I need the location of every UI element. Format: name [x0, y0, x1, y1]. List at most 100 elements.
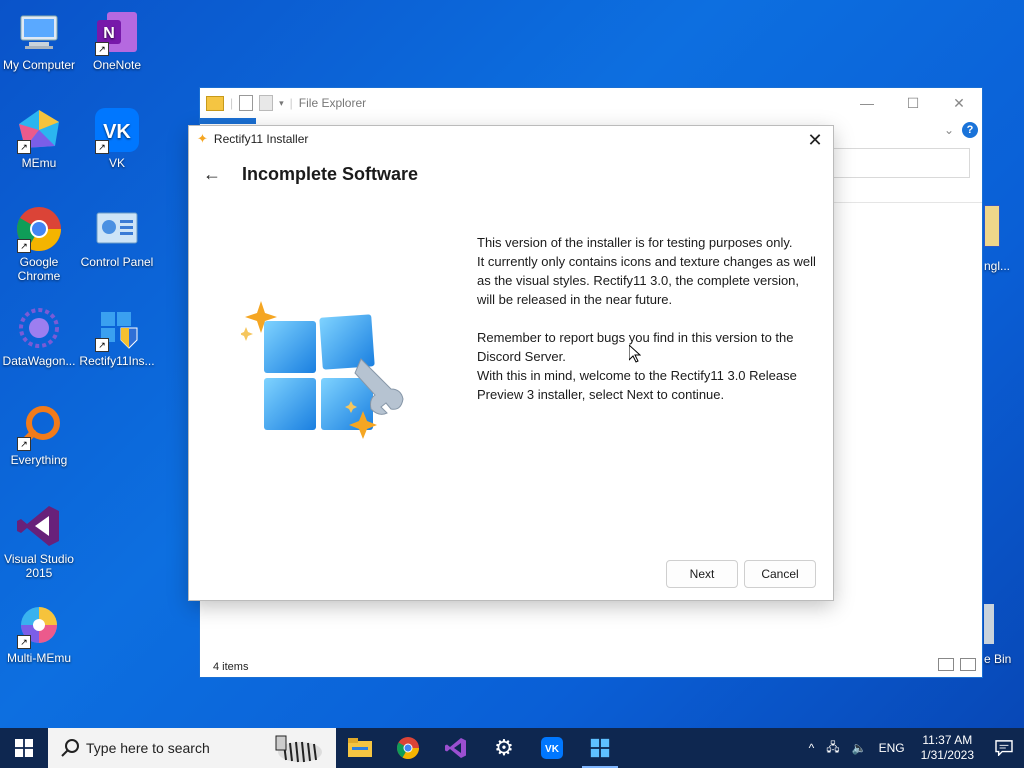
status-item-count: 4 items: [213, 661, 249, 673]
datawagon-icon: [15, 304, 63, 352]
customize-dropdown-icon[interactable]: ▾: [279, 98, 284, 109]
clock-time: 11:37 AM: [922, 733, 973, 747]
minimize-button[interactable]: —: [844, 88, 890, 118]
taskbar-file-explorer[interactable]: [336, 728, 384, 768]
visual-studio-icon: [15, 502, 63, 550]
desktop-icon-recycle-bin[interactable]: e Bin: [984, 604, 1011, 666]
close-button[interactable]: ✕: [936, 88, 982, 118]
system-tray: ^ 🖧 🔈 ENG 11:37 AM 1/31/2023: [803, 728, 1024, 768]
desktop-icon-multi-memu[interactable]: ↗ Multi-MEmu: [0, 601, 78, 665]
desktop-icon-visual-studio[interactable]: Visual Studio 2015: [0, 502, 78, 580]
separator: |: [230, 96, 234, 110]
desktop-icon-rectify11-installer[interactable]: ↗ Rectify11Ins...: [78, 304, 156, 368]
shortcut-arrow-icon: ↗: [95, 42, 109, 56]
rectify11-installer-icon: ↗: [93, 304, 141, 352]
taskbar-chrome[interactable]: [384, 728, 432, 768]
rectify11-sparkle-icon: ✦: [197, 131, 208, 146]
new-folder-icon[interactable]: [259, 95, 274, 111]
close-button[interactable]: ✕: [803, 128, 827, 152]
desktop-icon-label: Visual Studio 2015: [4, 552, 74, 580]
desktop-icon-label: My Computer: [2, 58, 76, 72]
desktop-icon-label: DataWagon...: [2, 354, 76, 368]
taskbar-visual-studio[interactable]: [432, 728, 480, 768]
desktop-icon-label: OneNote: [92, 58, 142, 72]
desktop-icon-everything[interactable]: ↗ Everything: [0, 403, 78, 467]
description-line: It currently only contains icons and tex…: [477, 254, 816, 307]
explorer-title: File Explorer: [298, 96, 367, 110]
desktop-icon-label: e Bin: [984, 652, 1012, 666]
settings-icon: ⚙: [494, 735, 514, 760]
details-view-icon[interactable]: [938, 658, 954, 671]
clock-date: 1/31/2023: [920, 748, 974, 762]
shortcut-arrow-icon: ↗: [17, 437, 31, 451]
large-icons-view-icon[interactable]: [960, 658, 976, 671]
desktop-icon-label: Multi-MEmu: [6, 651, 71, 665]
desktop-icon-chrome[interactable]: ↗ Google Chrome: [0, 205, 78, 283]
description-line: This version of the installer is for tes…: [477, 235, 793, 250]
everything-icon: ↗: [15, 403, 63, 451]
windows11-wrench-logo-icon: [239, 299, 411, 454]
taskbar-rectify11-installer[interactable]: [576, 728, 624, 768]
network-icon[interactable]: 🖧: [820, 738, 845, 759]
installer-window[interactable]: ✦ Rectify11 Installer ✕ ← Incomplete Sof…: [189, 126, 833, 600]
explorer-titlebar[interactable]: | ▾ | File Explorer — ☐ ✕: [200, 88, 982, 118]
desktop-icon-partial-1[interactable]: ngl...: [984, 205, 1010, 273]
volume-icon[interactable]: 🔈: [846, 741, 873, 755]
dictionary-icon: [984, 205, 1000, 247]
desktop-icon-label: Rectify11Ins...: [79, 354, 155, 368]
page-title: Incomplete Software: [242, 164, 419, 184]
taskbar-vk[interactable]: VK: [528, 728, 576, 768]
computer-icon: [15, 8, 63, 56]
recycle-bin-icon: [984, 604, 994, 644]
multi-memu-icon: ↗: [15, 601, 63, 649]
vk-icon: VK: [541, 737, 563, 759]
maximize-button[interactable]: ☐: [890, 88, 936, 118]
desktop-icon-label: MEmu: [21, 156, 57, 170]
chrome-icon: [397, 737, 419, 759]
search-icon: [61, 739, 79, 757]
svg-text:N: N: [103, 25, 115, 42]
show-hidden-icons-chevron-icon[interactable]: ^: [803, 741, 821, 755]
file-explorer-icon: [348, 738, 372, 757]
desktop-icon-vk[interactable]: VK ↗ VK: [78, 106, 156, 170]
desktop-icon-memu[interactable]: ↗ MEmu: [0, 106, 78, 170]
zebra-highlight-icon: [275, 735, 322, 763]
search-input[interactable]: [828, 148, 970, 178]
installer-description: This version of the installer is for tes…: [477, 233, 817, 404]
separator: |: [289, 96, 293, 110]
help-icon[interactable]: ?: [962, 122, 978, 138]
desktop-icon-onenote[interactable]: N ↗ OneNote: [78, 8, 156, 72]
taskbar-search-box[interactable]: Type here to search: [48, 728, 336, 768]
control-panel-icon: [93, 205, 141, 253]
desktop-icon-label: ngl...: [984, 259, 1011, 273]
onenote-icon: N ↗: [93, 8, 141, 56]
folder-icon: [206, 95, 224, 111]
svg-text:VK: VK: [545, 744, 560, 755]
description-line: With this in mind, welcome to the Rectif…: [477, 368, 797, 402]
notification-icon: [995, 740, 1013, 756]
shortcut-arrow-icon: ↗: [95, 338, 109, 352]
file-tab[interactable]: [200, 118, 256, 124]
desktop-icon-label: Google Chrome: [17, 255, 61, 283]
clock[interactable]: 11:37 AM 1/31/2023: [911, 733, 984, 763]
visual-studio-icon: [445, 738, 466, 758]
desktop-icon-my-computer[interactable]: My Computer: [0, 8, 78, 72]
shortcut-arrow-icon: ↗: [17, 635, 31, 649]
vk-icon: VK ↗: [93, 106, 141, 154]
desktop-icon-datawagon[interactable]: DataWagon...: [0, 304, 78, 368]
ribbon-expand-icon[interactable]: ⌄: [944, 123, 954, 137]
desktop-icon-control-panel[interactable]: Control Panel: [78, 205, 156, 269]
language-indicator[interactable]: ENG: [873, 741, 911, 755]
taskbar-settings[interactable]: ⚙: [480, 728, 528, 768]
start-button[interactable]: [0, 728, 48, 768]
installer-titlebar[interactable]: ✦ Rectify11 Installer: [189, 126, 833, 152]
desktop-icon-label: VK: [108, 156, 125, 170]
back-arrow-icon[interactable]: ←: [203, 164, 221, 185]
action-center-button[interactable]: [984, 740, 1024, 756]
cancel-button[interactable]: Cancel: [744, 560, 816, 588]
installer-title: Rectify11 Installer: [213, 132, 309, 146]
next-button[interactable]: Next: [666, 560, 738, 588]
properties-icon[interactable]: [239, 95, 254, 111]
windows-logo-icon: [15, 739, 33, 757]
taskbar: Type here to search ⚙ VK ^ 🖧 🔈 ENG 11:37…: [0, 728, 1024, 768]
